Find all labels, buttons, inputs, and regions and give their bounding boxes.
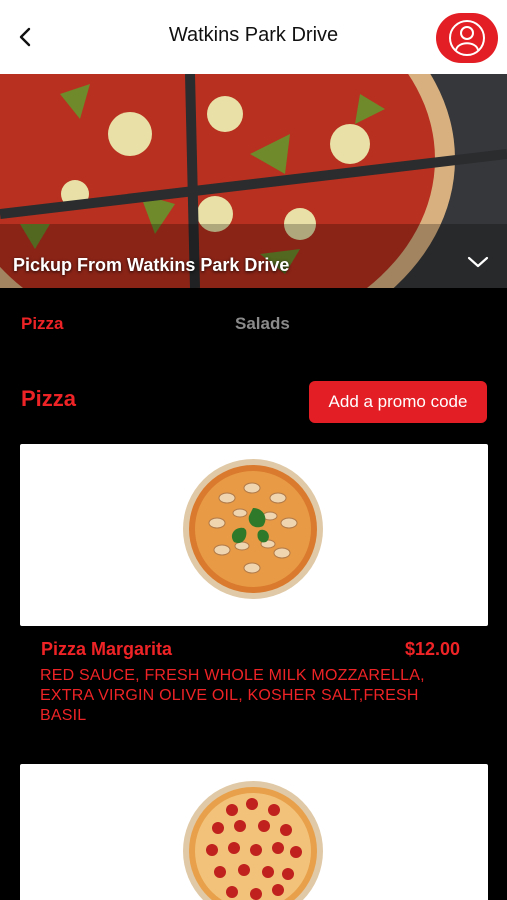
profile-button[interactable] xyxy=(436,13,498,63)
tab-pizza[interactable]: Pizza xyxy=(21,314,64,334)
page-title: Watkins Park Drive xyxy=(168,24,339,46)
app-header: Watkins Park Drive xyxy=(0,0,507,74)
menu-item-price: $12.00 xyxy=(405,639,461,659)
section-title: Pizza xyxy=(21,386,77,411)
menu-item-card[interactable] xyxy=(20,764,488,900)
pickup-location-label: Pickup From Watkins Park Drive xyxy=(13,255,290,275)
menu-item-description: RED SAUCE, FRESH WHOLE MILK MOZZARELLA, … xyxy=(40,667,425,724)
tab-salads[interactable]: Salads xyxy=(235,314,290,334)
pepperoni-pizza-image xyxy=(183,781,323,900)
store-hero-banner[interactable]: Pickup From Watkins Park Drive xyxy=(0,74,507,288)
margarita-pizza-image xyxy=(183,459,323,599)
add-promo-code-button[interactable]: Add a promo code xyxy=(309,381,487,423)
menu-item-card[interactable] xyxy=(20,444,488,626)
chevron-down-icon[interactable] xyxy=(464,248,492,276)
menu-item-name: Pizza Margarita xyxy=(41,639,173,659)
category-tabs: Pizza Salads xyxy=(0,288,507,358)
user-icon xyxy=(449,20,485,56)
